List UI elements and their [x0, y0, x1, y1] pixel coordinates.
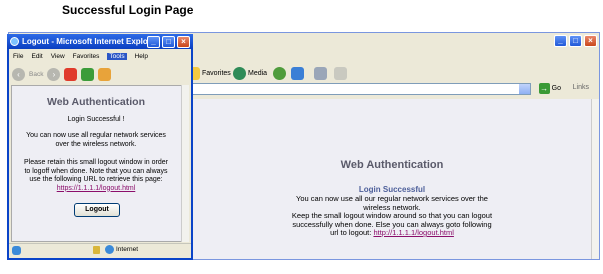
text-line: over the wireless network. [55, 140, 137, 148]
mail-icon [291, 66, 304, 80]
print-icon [314, 66, 327, 80]
mail-button[interactable] [291, 66, 304, 80]
close-icon[interactable]: × [584, 35, 597, 47]
minimize-icon[interactable]: _ [554, 35, 567, 47]
retain-window-text: Please retain this small logout window i… [12, 159, 180, 193]
maximize-icon[interactable]: □ [569, 35, 582, 47]
menu-tools[interactable]: Tools [107, 52, 127, 60]
popup-toolbar: ‹ Back › [9, 64, 191, 84]
favorites-button[interactable]: Favorites [187, 66, 231, 80]
main-scrollbar[interactable] [591, 99, 599, 259]
history-button[interactable] [273, 66, 286, 80]
text-line: to logoff when done. Note that you can a… [24, 167, 168, 175]
page-status-icon [12, 245, 21, 255]
message-line: url to logout: http://1.1.1.1/logout.htm… [203, 228, 581, 238]
refresh-icon[interactable] [81, 67, 95, 81]
popup-scrollbar[interactable] [181, 85, 189, 242]
popup-minimize-icon[interactable]: _ [147, 36, 160, 48]
success-heading: Login Successful [358, 185, 426, 194]
popup-close-icon[interactable]: × [177, 36, 190, 48]
zone-indicator: Internet [105, 245, 138, 254]
popup-maximize-icon[interactable]: □ [162, 36, 175, 48]
internet-globe-icon [105, 245, 114, 254]
print-button[interactable] [314, 66, 327, 80]
logout-link[interactable]: http://1.1.1.1/logout.html [373, 228, 453, 237]
favorites-label: Favorites [202, 69, 231, 77]
menu-file[interactable]: File [13, 53, 23, 60]
zone-label: Internet [116, 246, 139, 253]
address-input[interactable] [192, 83, 531, 95]
popup-titlebar: Logout - Microsoft Internet Explo... _ □… [7, 34, 193, 49]
history-icon [273, 66, 286, 80]
logout-popup-window: Logout - Microsoft Internet Explo... _ □… [7, 34, 193, 260]
network-services-text: You can now use all regular network serv… [12, 132, 180, 149]
popup-page-content: Web Authentication Login Successful ! Yo… [11, 85, 188, 242]
menu-favorites[interactable]: Favorites [73, 53, 100, 60]
media-icon [233, 66, 246, 80]
login-success-text: Login Successful ! [67, 116, 125, 123]
go-label: Go [551, 85, 561, 92]
logout-url-link[interactable]: https://1.1.1.1/logout.html [18, 185, 174, 194]
ie-logo-icon [10, 37, 19, 46]
forward-arrow-icon[interactable]: › [47, 67, 61, 81]
text-line: You can now use all regular network serv… [26, 132, 166, 139]
success-message: You can now use all our regular network … [193, 194, 591, 238]
back-label: Back [29, 70, 44, 78]
popup-menubar: File Edit View Favorites Tools Help [9, 50, 191, 62]
logout-button[interactable]: Logout [74, 203, 120, 217]
edit-page-icon [334, 66, 347, 80]
back-arrow-icon[interactable]: ‹ [12, 67, 25, 81]
figure-caption: Successful Login Page [62, 3, 194, 17]
menu-help[interactable]: Help [135, 53, 148, 60]
address-dropdown-icon[interactable] [519, 84, 530, 94]
edit-button[interactable] [334, 66, 347, 80]
page-title: Web Authentication [340, 159, 444, 171]
popup-title: Logout - Microsoft Internet Explo... [22, 37, 155, 46]
go-button[interactable]: → Go [538, 83, 561, 94]
main-page-content: Web Authentication Login Successful You … [192, 99, 591, 259]
media-label: Media [248, 69, 268, 77]
logout-url-prefix: url to logout: [330, 228, 374, 237]
lock-icon [93, 246, 100, 254]
text-line: Please retain this small logout window i… [24, 159, 168, 166]
stop-icon[interactable] [64, 67, 78, 81]
popup-page-title: Web Authentication [47, 96, 145, 108]
media-button[interactable]: Media [233, 66, 268, 80]
menu-edit[interactable]: Edit [31, 53, 42, 60]
text-line: use the following URL to retrieve this p… [29, 176, 163, 183]
go-arrow-icon: → [538, 83, 550, 94]
home-icon[interactable] [98, 67, 112, 81]
popup-statusbar: Internet [9, 243, 191, 256]
menu-view[interactable]: View [51, 53, 65, 60]
links-button[interactable]: Links [573, 84, 589, 91]
